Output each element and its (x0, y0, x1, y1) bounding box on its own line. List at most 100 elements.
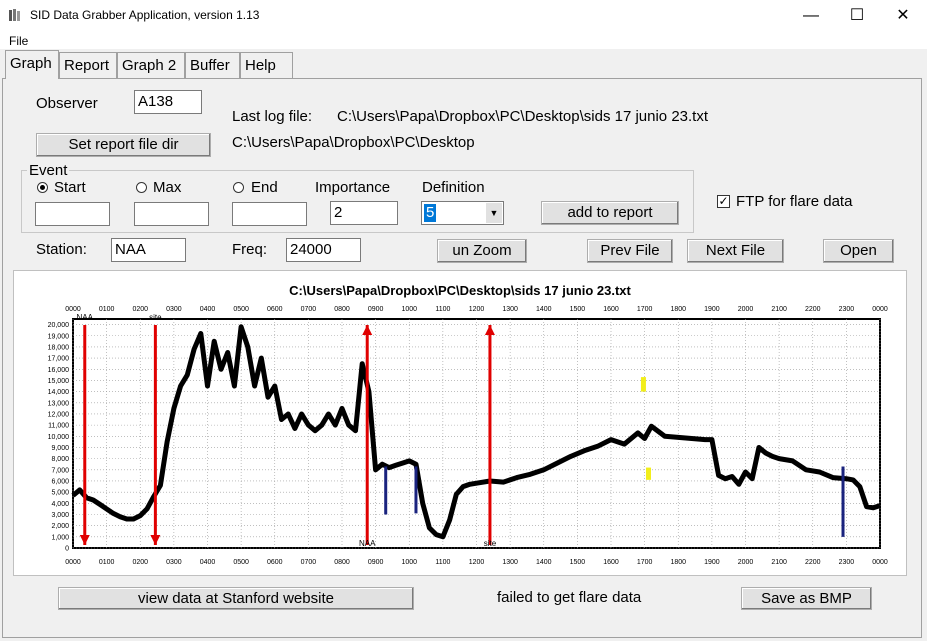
sid-chart[interactable]: C:\Users\Papa\Dropbox\PC\Desktop\sids 17… (14, 271, 906, 575)
x-tick-label-bottom: 0900 (368, 559, 384, 566)
menu-bar (0, 31, 927, 49)
max-field[interactable] (134, 202, 209, 226)
x-tick-label-top: 1900 (704, 306, 720, 313)
close-button[interactable]: ✕ (880, 0, 926, 31)
y-tick-label: 18,000 (48, 344, 70, 351)
end-radio[interactable] (233, 182, 244, 193)
prev-file-button[interactable]: Prev File (587, 239, 673, 263)
tab-help[interactable]: Help (240, 52, 293, 78)
x-tick-label-top: 1500 (570, 306, 586, 313)
status-text: failed to get flare data (497, 589, 642, 606)
y-tick-label: 5,000 (51, 490, 69, 497)
start-field[interactable] (35, 202, 110, 226)
y-tick-label: 10,000 (48, 434, 70, 441)
tab-report[interactable]: Report (59, 52, 117, 78)
max-label: Max (153, 179, 182, 196)
report-dir-value: C:\Users\Papa\Dropbox\PC\Desktop (232, 134, 475, 151)
y-tick-label: 17,000 (48, 356, 70, 363)
x-tick-label-bottom: 2100 (771, 559, 787, 566)
tab-graph[interactable]: Graph (5, 50, 59, 79)
x-tick-label-top: 1600 (603, 306, 619, 313)
end-field[interactable] (232, 202, 307, 226)
x-tick-label-bottom: 1700 (637, 559, 653, 566)
x-tick-label-top: 0100 (99, 306, 115, 313)
window-title: SID Data Grabber Application, version 1.… (30, 8, 260, 22)
last-log-label: Last log file: (232, 108, 313, 125)
event-marker-label: site (149, 313, 162, 322)
x-tick-label-top: 1100 (435, 306, 450, 313)
x-tick-label-top: 1300 (502, 306, 518, 313)
chevron-down-icon[interactable]: ▼ (486, 203, 502, 223)
graph-panel[interactable]: C:\Users\Papa\Dropbox\PC\Desktop\sids 17… (13, 270, 907, 576)
chart-title: C:\Users\Papa\Dropbox\PC\Desktop\sids 17… (289, 283, 631, 298)
event-marker-label: NAA (77, 313, 94, 322)
minimize-button[interactable]: — (788, 0, 834, 31)
y-tick-label: 0 (65, 546, 69, 553)
freq-label: Freq: (232, 241, 268, 258)
freq-field[interactable]: 24000 (286, 238, 361, 262)
x-tick-label-top: 2100 (771, 306, 787, 313)
importance-label: Importance (315, 179, 391, 196)
set-report-dir-button[interactable]: Set report file dir (36, 133, 211, 157)
y-tick-label: 16,000 (48, 367, 70, 374)
start-label: Start (54, 179, 86, 196)
flare-highlight (645, 467, 651, 480)
x-tick-label-top: 0300 (166, 306, 182, 313)
x-tick-label-bottom: 0000 (872, 559, 888, 566)
y-tick-label: 20,000 (48, 322, 70, 329)
definition-value: 5 (424, 204, 437, 222)
view-stanford-button[interactable]: view data at Stanford website (58, 587, 414, 610)
x-tick-label-top: 0200 (132, 306, 148, 313)
y-tick-label: 3,000 (51, 512, 69, 519)
x-tick-label-top: 0000 (872, 306, 888, 313)
x-tick-label-top: 0800 (334, 306, 350, 313)
observer-field[interactable]: A138 (134, 90, 202, 114)
definition-select[interactable]: 5 ▼ (421, 201, 504, 225)
x-tick-label-top: 1800 (670, 306, 686, 313)
x-tick-label-top: 1700 (637, 306, 653, 313)
menu-file[interactable]: File (9, 34, 28, 48)
x-tick-label-bottom: 2000 (738, 559, 754, 566)
max-radio[interactable] (136, 182, 147, 193)
y-tick-label: 6,000 (51, 478, 69, 485)
event-marker-arrow (362, 325, 373, 335)
event-marker-arrow (150, 535, 161, 545)
importance-field[interactable]: 2 (330, 201, 398, 225)
unzoom-button[interactable]: un Zoom (437, 239, 527, 263)
ftp-checkbox[interactable]: ✓ (717, 195, 730, 208)
ftp-label: FTP for flare data (736, 193, 853, 210)
end-label: End (251, 179, 278, 196)
x-tick-label-bottom: 1400 (536, 559, 552, 566)
y-tick-label: 13,000 (48, 400, 70, 407)
maximize-button[interactable]: ☐ (834, 0, 880, 31)
event-marker-label: NAA (359, 539, 376, 548)
x-tick-label-bottom: 1800 (670, 559, 686, 566)
y-tick-label: 7,000 (51, 467, 69, 474)
start-radio[interactable] (37, 182, 48, 193)
x-tick-label-top: 0000 (65, 306, 81, 313)
add-to-report-button[interactable]: add to report (541, 201, 679, 225)
next-file-button[interactable]: Next File (687, 239, 784, 263)
tab-buffer[interactable]: Buffer (185, 52, 240, 78)
x-tick-label-bottom: 0700 (301, 559, 317, 566)
x-tick-label-top: 0600 (267, 306, 283, 313)
save-bmp-button[interactable]: Save as BMP (741, 587, 872, 610)
event-marker-label: site (484, 539, 497, 548)
tab-graph-2[interactable]: Graph 2 (117, 52, 185, 78)
open-button[interactable]: Open (823, 239, 894, 263)
x-tick-label-bottom: 0800 (334, 559, 350, 566)
observer-label: Observer (36, 95, 98, 112)
x-tick-label-bottom: 1000 (401, 559, 417, 566)
y-tick-label: 9,000 (51, 445, 69, 452)
x-tick-label-bottom: 0200 (132, 559, 148, 566)
station-field[interactable]: NAA (111, 238, 186, 262)
x-tick-label-bottom: 2300 (839, 559, 855, 566)
y-tick-label: 15,000 (48, 378, 70, 385)
y-tick-label: 14,000 (48, 389, 70, 396)
y-tick-label: 12,000 (48, 411, 70, 418)
y-tick-label: 1,000 (51, 534, 69, 541)
x-tick-label-top: 1200 (469, 306, 485, 313)
app-icon (8, 8, 22, 22)
x-tick-label-bottom: 0000 (65, 559, 81, 566)
x-tick-label-bottom: 1100 (435, 559, 450, 566)
